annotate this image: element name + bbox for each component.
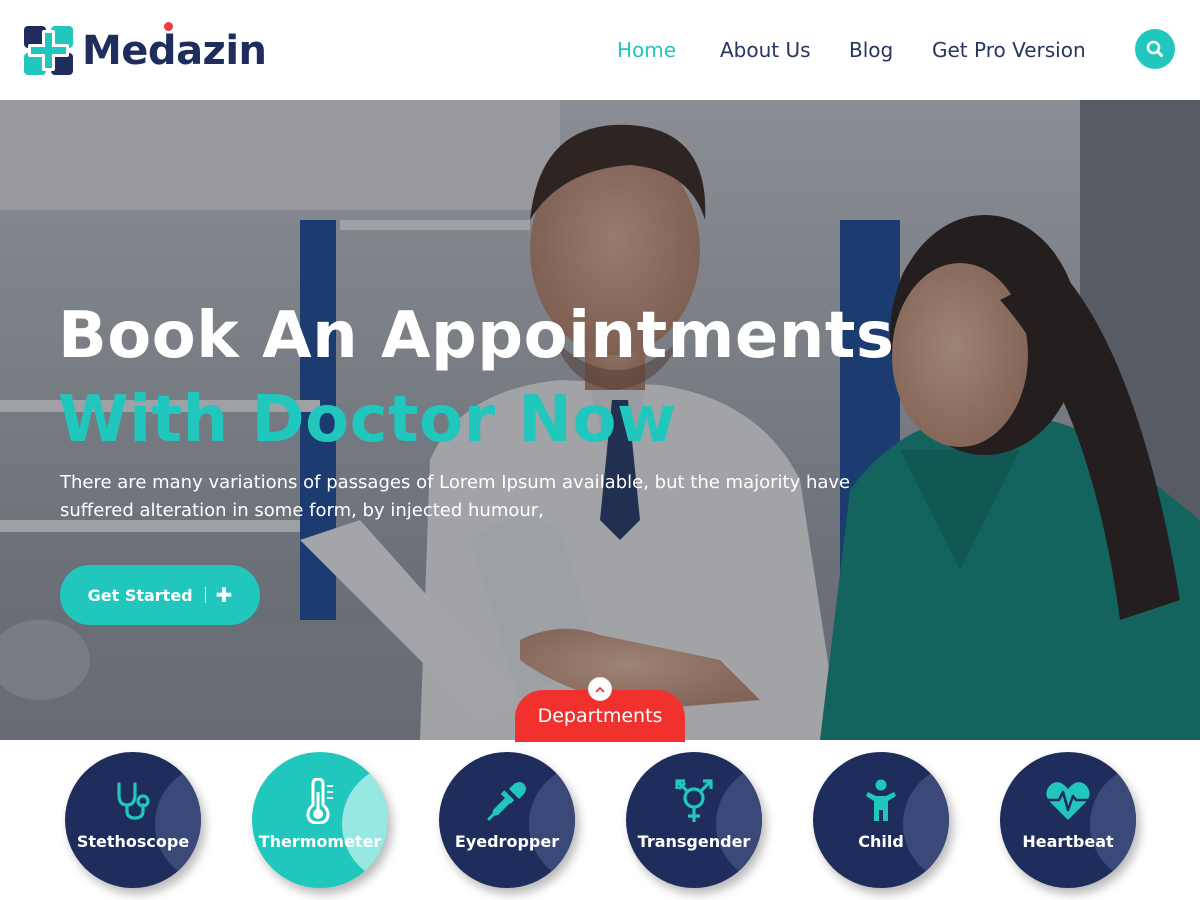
department-label: Child: [858, 832, 904, 851]
departments-strip: Stethoscope Thermometer Eyedropper Trans…: [0, 740, 1200, 900]
department-label: Thermometer: [258, 832, 382, 851]
plus-icon: ✚: [215, 583, 233, 607]
thermometer-icon: [306, 778, 333, 824]
nav-about-us[interactable]: About Us: [720, 36, 811, 64]
department-eyedropper[interactable]: Eyedropper: [439, 752, 575, 888]
department-label: Transgender: [637, 832, 751, 851]
nav-blog[interactable]: Blog: [849, 36, 893, 64]
departments-toggle-button[interactable]: [588, 677, 612, 701]
search-button[interactable]: [1135, 29, 1175, 69]
site-header: Medazin Home About Us Blog Get Pro Versi…: [0, 0, 1200, 100]
chevron-up-icon: [595, 686, 605, 693]
child-icon: [866, 779, 896, 821]
nav-home[interactable]: Home: [617, 36, 676, 64]
main-nav: Home About Us Blog Get Pro Version: [0, 36, 1200, 64]
department-thermometer[interactable]: Thermometer: [252, 752, 388, 888]
logo-dot: [164, 22, 173, 31]
hero-description: There are many variations of passages of…: [60, 472, 851, 521]
hero-title-line2: With Doctor Now: [58, 383, 677, 457]
transgender-icon: [675, 779, 713, 822]
get-started-button[interactable]: Get Started ✚: [60, 565, 260, 625]
heartbeat-icon: [1046, 782, 1090, 820]
eyedropper-icon: [487, 782, 526, 821]
hero-section: Book An Appointments With Doctor Now The…: [0, 100, 1200, 740]
button-divider: [204, 587, 206, 603]
department-label: Stethoscope: [76, 832, 190, 851]
department-child[interactable]: Child: [813, 752, 949, 888]
hero-title-line1: Book An Appointments: [58, 299, 895, 373]
department-label: Heartbeat: [1022, 832, 1114, 851]
department-stethoscope[interactable]: Stethoscope: [65, 752, 201, 888]
department-transgender[interactable]: Transgender: [626, 752, 762, 888]
department-label: Eyedropper: [454, 832, 560, 851]
department-heartbeat[interactable]: Heartbeat: [1000, 752, 1136, 888]
stethoscope-icon: [117, 782, 150, 820]
get-started-label: Get Started: [87, 585, 193, 605]
departments-tab-label: Departments: [537, 705, 663, 727]
search-icon: [1146, 40, 1163, 57]
nav-get-pro-version[interactable]: Get Pro Version: [932, 36, 1086, 64]
